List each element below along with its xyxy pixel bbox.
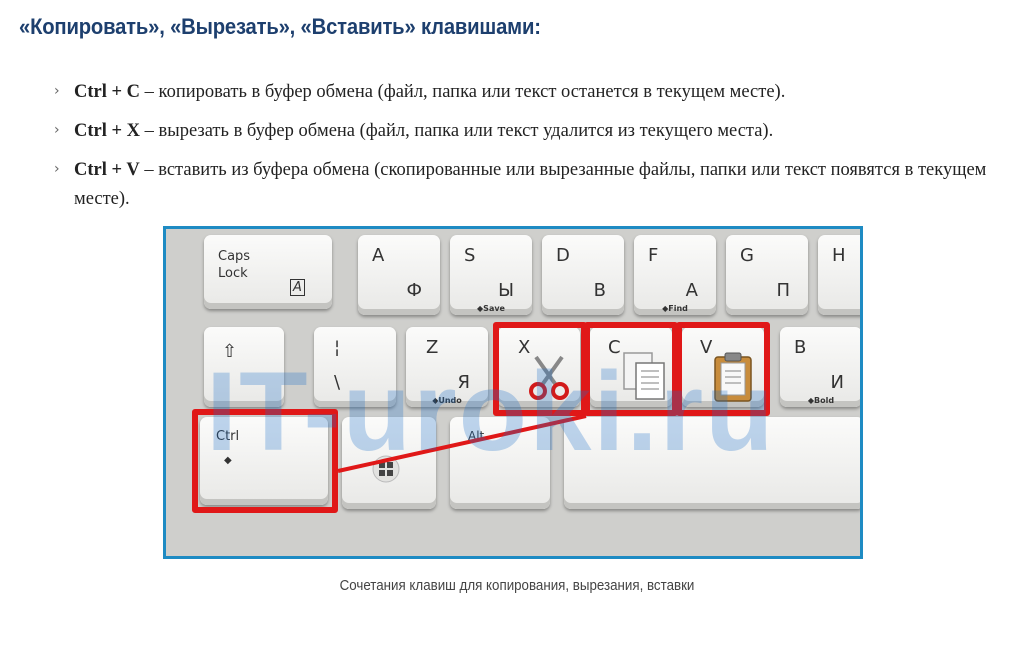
figure-caption: Сочетания клавиш для копирования, выреза… bbox=[339, 578, 695, 594]
chevron-right-icon: › bbox=[54, 161, 60, 177]
chevron-right-icon: › bbox=[54, 83, 60, 99]
chevron-right-icon: › bbox=[54, 122, 60, 138]
list-item: › Ctrl + C – копировать в буфер обмена (… bbox=[50, 78, 1000, 107]
connector-line bbox=[337, 414, 587, 473]
shortcut-keys: Ctrl + V bbox=[74, 160, 140, 180]
shortcut-description: – вырезать в буфер обмена (файл, папка и… bbox=[140, 121, 774, 141]
shortcut-description: – копировать в буфер обмена (файл, папка… bbox=[140, 82, 786, 102]
section-heading: «Копировать», «Вырезать», «Вставить» кла… bbox=[19, 14, 541, 39]
list-item: › Ctrl + X – вырезать в буфер обмена (фа… bbox=[50, 117, 1000, 146]
keyboard-image: Caps Lock A A Ф S Ы ◆Save D В F А ◆Find … bbox=[163, 226, 863, 559]
shortcut-list: › Ctrl + C – копировать в буфер обмена (… bbox=[50, 78, 1000, 224]
shortcut-description: – вставить из буфера обмена (скопированн… bbox=[74, 160, 987, 209]
keyboard-body: Caps Lock A A Ф S Ы ◆Save D В F А ◆Find … bbox=[166, 229, 860, 556]
list-item: › Ctrl + V – вставить из буфера обмена (… bbox=[50, 156, 1000, 214]
shortcut-keys: Ctrl + X bbox=[74, 121, 141, 141]
shortcut-keys: Ctrl + C bbox=[74, 82, 141, 102]
